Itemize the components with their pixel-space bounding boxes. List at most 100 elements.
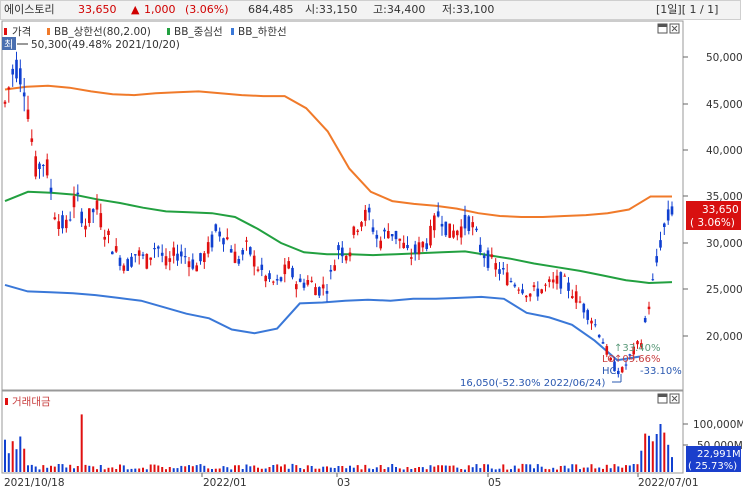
volume-bar	[525, 464, 528, 472]
candle-body	[379, 240, 382, 249]
candle-body	[406, 245, 409, 249]
volume-bar	[563, 465, 566, 472]
candle-body	[647, 306, 651, 310]
volume-bar	[671, 457, 673, 472]
candle-body	[479, 244, 482, 253]
middle-band-legend-marker	[167, 28, 170, 35]
volume-bar	[19, 436, 22, 472]
panel-maximize-button[interactable]	[657, 23, 668, 34]
volume-bar	[27, 465, 29, 472]
candle-body	[333, 265, 336, 271]
volume-bar	[609, 468, 612, 472]
candle-body	[655, 256, 658, 263]
candle-body	[344, 256, 348, 261]
volume-bar	[184, 466, 187, 472]
candle-body	[663, 223, 666, 227]
candle-body	[390, 234, 394, 237]
candle-body	[306, 280, 310, 285]
volume-panel	[1, 390, 684, 474]
volume-bar	[46, 467, 49, 472]
x-tick: 2022/07/01	[638, 477, 699, 489]
volume-bar	[303, 469, 305, 472]
candle-body	[95, 200, 99, 210]
candle-body	[295, 284, 298, 290]
volume-bar	[544, 468, 547, 472]
volume-bar	[375, 467, 378, 472]
volume-bar	[203, 465, 206, 472]
candle-body	[532, 285, 536, 288]
volume-bar	[165, 469, 167, 472]
candle-body	[582, 303, 586, 313]
candle-body	[126, 259, 129, 271]
volume-panel-close-button[interactable]	[669, 393, 680, 404]
volume-bar	[253, 465, 256, 472]
volume-bar	[391, 464, 394, 472]
candle-body	[417, 242, 421, 255]
candle-body	[229, 249, 233, 253]
candle-body	[153, 248, 156, 250]
candle-body	[310, 280, 313, 282]
volume-bar	[11, 441, 14, 472]
volume-bar	[276, 464, 279, 472]
volume-bar	[598, 467, 601, 472]
volume-bar	[529, 464, 532, 472]
lower-band-legend-marker	[231, 28, 234, 35]
volume-bar	[483, 464, 486, 472]
volume-bar	[379, 465, 382, 472]
candle-body	[141, 254, 145, 256]
volume-bar	[199, 464, 202, 472]
volume-bar	[636, 464, 639, 472]
volume-bar	[368, 468, 371, 472]
volume-bar	[582, 467, 585, 472]
last-price-label: 33,650	[702, 204, 739, 216]
candle-body	[183, 256, 187, 258]
price-tick: 50,000	[706, 52, 743, 64]
volume-panel-maximize-button[interactable]	[657, 393, 668, 404]
candle-body	[45, 159, 49, 176]
candle-body	[99, 213, 103, 228]
price-tick: 40,000	[706, 145, 743, 157]
volume-bar	[521, 463, 524, 472]
volume-bar	[111, 467, 114, 472]
volume-bar	[211, 469, 213, 472]
candle-body	[494, 263, 497, 270]
candle-body	[525, 295, 528, 298]
price-panel	[1, 20, 684, 391]
volume-bar	[437, 465, 440, 472]
tag-hc: HC	[602, 366, 617, 377]
panel-close-button[interactable]	[669, 23, 680, 34]
volume-bar	[502, 464, 505, 472]
volume-bar	[145, 469, 148, 472]
candle-body	[548, 279, 551, 282]
volume-bar	[295, 465, 298, 472]
volume-bar	[272, 465, 275, 472]
candle-body	[329, 269, 333, 272]
candle-body	[513, 284, 517, 287]
volume-bar	[360, 469, 363, 472]
volume-bar	[161, 467, 164, 472]
ratio-low-label: -33.10%	[640, 366, 682, 377]
price-legend-marker	[4, 28, 7, 35]
candle-body	[509, 281, 513, 282]
candle-body	[222, 238, 225, 245]
candle-body	[53, 217, 57, 220]
candle-body	[620, 367, 624, 373]
volume-legend: 거래대금	[12, 396, 51, 408]
candle-body	[137, 250, 141, 256]
candle-body	[394, 231, 398, 240]
volume-bar	[23, 448, 26, 472]
volume-bar	[299, 468, 302, 472]
volume-bar	[176, 468, 179, 472]
candle-body	[502, 268, 505, 270]
volume-bar	[280, 466, 282, 472]
candle-body	[348, 252, 352, 257]
volume-bar	[406, 467, 409, 472]
price-legend: 가격	[12, 25, 31, 38]
candle-body	[218, 231, 221, 237]
candle-body	[114, 246, 118, 252]
volume-bar	[50, 465, 52, 472]
candle-body	[444, 221, 448, 236]
volume-bar	[418, 467, 420, 472]
candle-body	[3, 101, 7, 104]
candle-body	[80, 211, 83, 224]
